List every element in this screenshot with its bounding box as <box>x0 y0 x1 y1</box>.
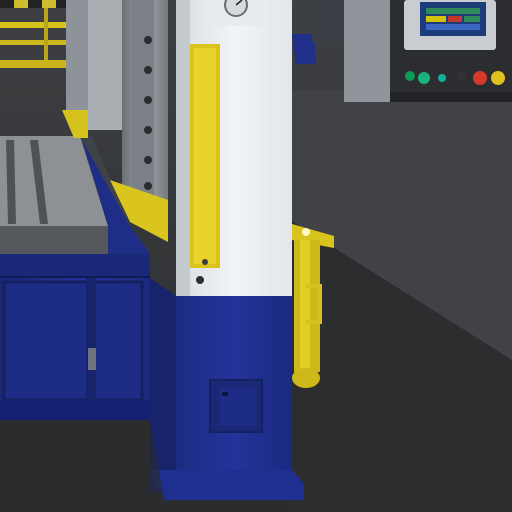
base-latch <box>88 348 96 370</box>
scene <box>0 0 512 512</box>
panel-green-button <box>405 71 415 81</box>
scene-svg <box>0 0 512 512</box>
foreground-shadow <box>0 420 164 512</box>
pressure-gauge-icon <box>224 0 248 17</box>
machine-base <box>0 254 150 420</box>
panel-teal-button <box>438 74 446 82</box>
control-cabinet <box>344 0 512 102</box>
press-column <box>176 0 292 296</box>
panel-green-button-2 <box>418 72 430 84</box>
panel-yellow-button <box>491 71 505 85</box>
base-footplate <box>150 470 304 500</box>
press-base <box>150 278 304 500</box>
panel-red-button <box>473 71 487 85</box>
